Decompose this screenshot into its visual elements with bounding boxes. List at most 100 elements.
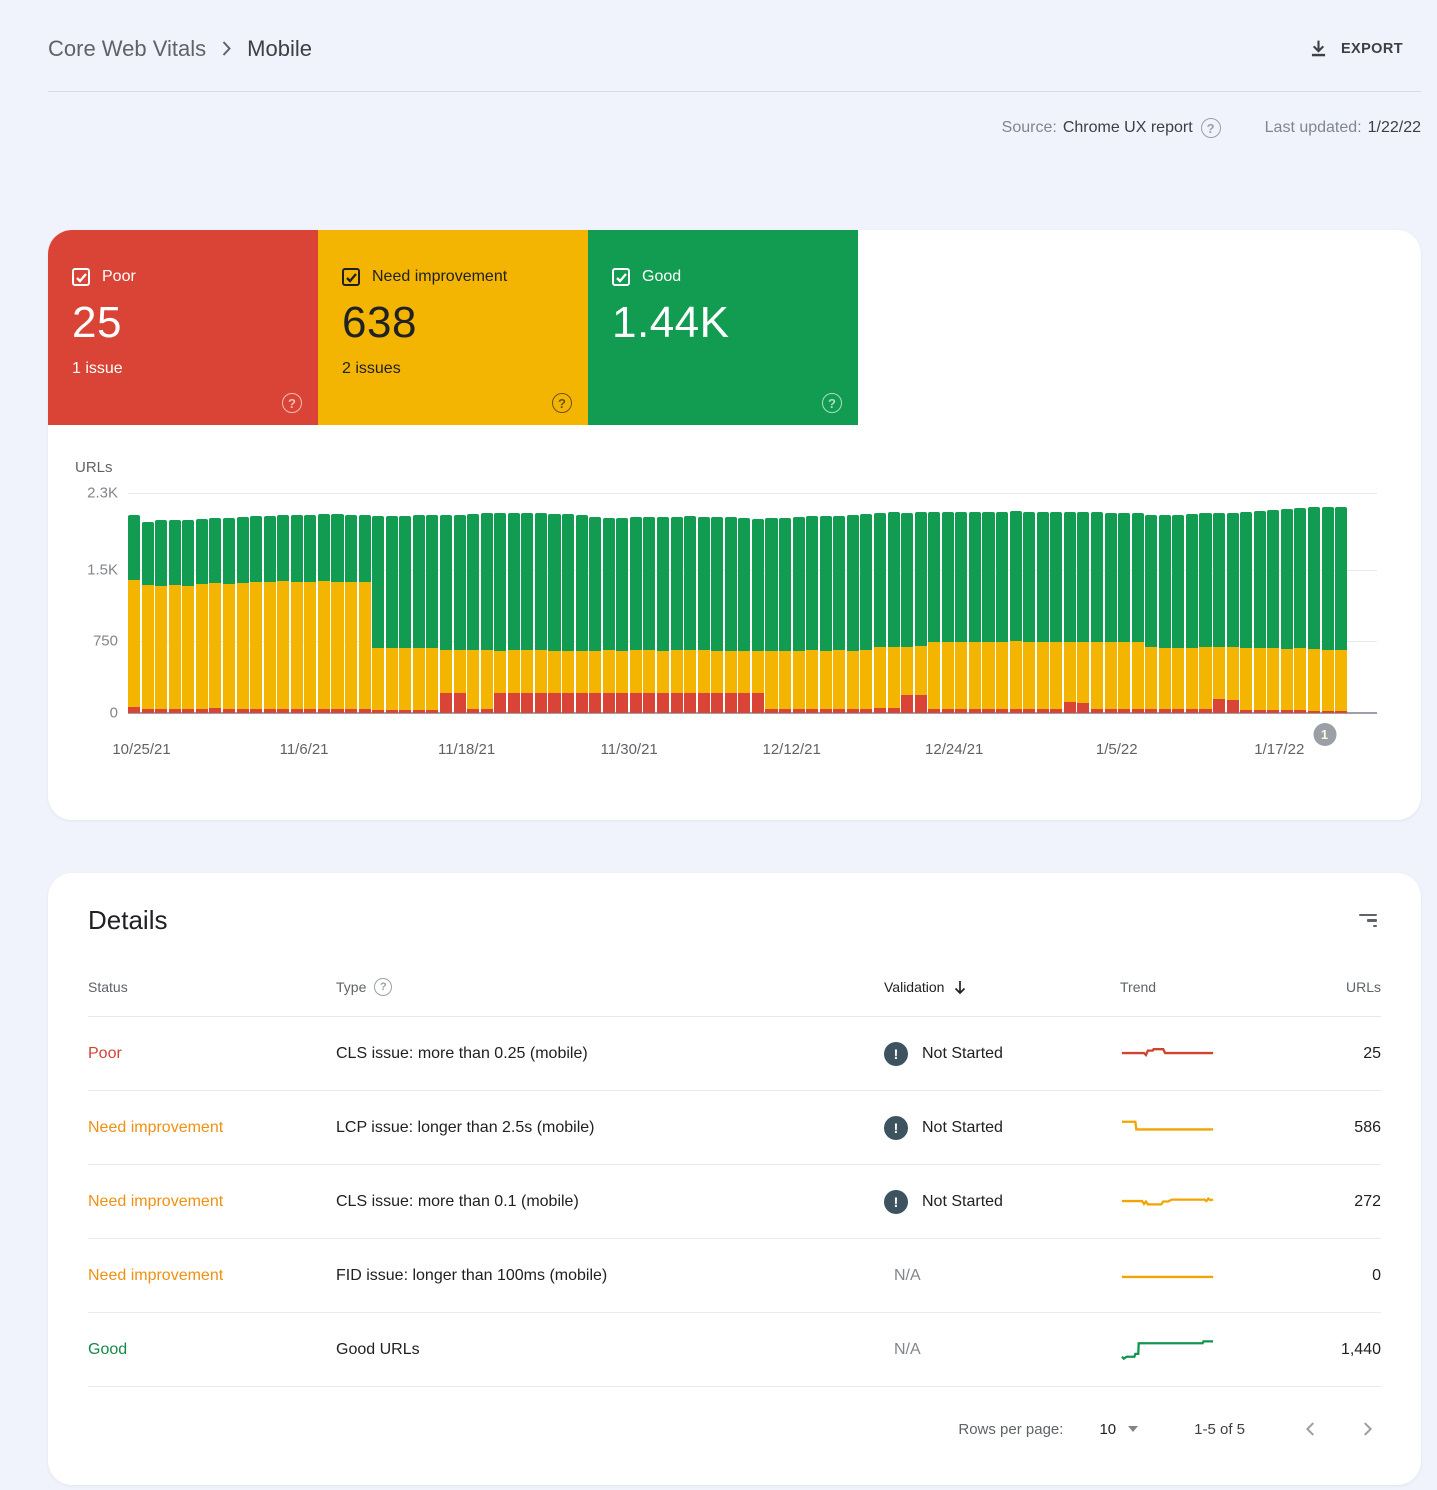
- chart-bar[interactable]: [847, 493, 859, 713]
- chart-bar[interactable]: [589, 493, 601, 713]
- filter-icon[interactable]: [1355, 910, 1381, 932]
- chart-bar[interactable]: [616, 493, 628, 713]
- chart-bar[interactable]: [155, 493, 167, 713]
- chart-bar[interactable]: [128, 493, 140, 713]
- chart-bar[interactable]: [1199, 493, 1211, 713]
- chart-bar[interactable]: [1227, 493, 1239, 713]
- chart-bar[interactable]: [820, 493, 832, 713]
- chart-bar[interactable]: [196, 493, 208, 713]
- chart-bar[interactable]: [345, 493, 357, 713]
- chart-bar[interactable]: [426, 493, 438, 713]
- chart-bar[interactable]: [1254, 493, 1266, 713]
- chart-bar[interactable]: [1186, 493, 1198, 713]
- chart-bar[interactable]: [725, 493, 737, 713]
- chart-bar[interactable]: [223, 493, 235, 713]
- chart-bar[interactable]: [779, 493, 791, 713]
- chart-bar[interactable]: [711, 493, 723, 713]
- chart-bar[interactable]: [1294, 493, 1306, 713]
- chart-bar[interactable]: [630, 493, 642, 713]
- chart-bar[interactable]: [386, 493, 398, 713]
- chart-bar[interactable]: [1145, 493, 1157, 713]
- chart-bar[interactable]: [169, 493, 181, 713]
- source-help-icon[interactable]: ?: [1201, 118, 1221, 138]
- chart-bar[interactable]: [1335, 493, 1347, 713]
- chart-bar[interactable]: [1267, 493, 1279, 713]
- chart-bar[interactable]: [372, 493, 384, 713]
- column-header-status[interactable]: Status: [88, 979, 336, 995]
- chart-bar[interactable]: [982, 493, 994, 713]
- chart-bar[interactable]: [250, 493, 262, 713]
- chart-bar[interactable]: [1281, 493, 1293, 713]
- chart-bar[interactable]: [1050, 493, 1062, 713]
- chart-bar[interactable]: [494, 493, 506, 713]
- chart-bar[interactable]: [535, 493, 547, 713]
- chart-bar[interactable]: [264, 493, 276, 713]
- chart-bar[interactable]: [1064, 493, 1076, 713]
- chart-bar[interactable]: [942, 493, 954, 713]
- help-icon[interactable]: ?: [552, 393, 572, 413]
- chart-bar[interactable]: [928, 493, 940, 713]
- chart-bar[interactable]: [359, 493, 371, 713]
- chart-bar[interactable]: [440, 493, 452, 713]
- table-row[interactable]: Need improvementFID issue: longer than 1…: [88, 1239, 1381, 1313]
- chart-bar[interactable]: [1023, 493, 1035, 713]
- chart-bar[interactable]: [698, 493, 710, 713]
- chart-bar[interactable]: [454, 493, 466, 713]
- previous-page-button[interactable]: [1297, 1415, 1325, 1443]
- chart-bar[interactable]: [237, 493, 249, 713]
- chart-bar[interactable]: [521, 493, 533, 713]
- chart-bar[interactable]: [1172, 493, 1184, 713]
- rows-per-page-select[interactable]: 10: [1099, 1421, 1138, 1438]
- breadcrumb-core-web-vitals[interactable]: Core Web Vitals: [48, 36, 206, 62]
- chart-bar[interactable]: [142, 493, 154, 713]
- chart-bar[interactable]: [969, 493, 981, 713]
- chart-bar[interactable]: [562, 493, 574, 713]
- chart-bar[interactable]: [752, 493, 764, 713]
- good-checkbox[interactable]: [612, 268, 630, 286]
- chart-bar[interactable]: [684, 493, 696, 713]
- chart-bar[interactable]: [304, 493, 316, 713]
- next-page-button[interactable]: [1353, 1415, 1381, 1443]
- chart-bar[interactable]: [291, 493, 303, 713]
- summary-card-need-improvement[interactable]: Need improvement6382 issues?: [318, 230, 588, 425]
- chart-bar[interactable]: [657, 493, 669, 713]
- chart-bar[interactable]: [738, 493, 750, 713]
- chart-bar[interactable]: [1308, 493, 1320, 713]
- poor-checkbox[interactable]: [72, 268, 90, 286]
- chart-bar[interactable]: [1077, 493, 1089, 713]
- chart-bar[interactable]: [1010, 493, 1022, 713]
- help-icon[interactable]: ?: [282, 393, 302, 413]
- summary-card-poor[interactable]: Poor251 issue?: [48, 230, 318, 425]
- help-icon[interactable]: ?: [822, 393, 842, 413]
- chart-bar[interactable]: [1105, 493, 1117, 713]
- chart-bar[interactable]: [399, 493, 411, 713]
- chart-bar[interactable]: [1132, 493, 1144, 713]
- chart-bar[interactable]: [765, 493, 777, 713]
- type-help-icon[interactable]: ?: [374, 978, 392, 996]
- chart-bar[interactable]: [1322, 493, 1334, 713]
- chart-bar[interactable]: [874, 493, 886, 713]
- chart-bar[interactable]: [331, 493, 343, 713]
- chart-bar[interactable]: [643, 493, 655, 713]
- summary-card-good[interactable]: Good1.44K?: [588, 230, 858, 425]
- table-row[interactable]: Need improvementLCP issue: longer than 2…: [88, 1091, 1381, 1165]
- chart-bar[interactable]: [833, 493, 845, 713]
- chart-bar[interactable]: [860, 493, 872, 713]
- column-header-urls[interactable]: URLs: [1310, 979, 1381, 995]
- chart-bar[interactable]: [548, 493, 560, 713]
- chart-bar[interactable]: [182, 493, 194, 713]
- need-improvement-checkbox[interactable]: [342, 268, 360, 286]
- chart-bar[interactable]: [901, 493, 913, 713]
- chart-bar[interactable]: [467, 493, 479, 713]
- chart-bar[interactable]: [508, 493, 520, 713]
- chart-bar[interactable]: [209, 493, 221, 713]
- export-button[interactable]: EXPORT: [1304, 32, 1407, 65]
- table-row[interactable]: PoorCLS issue: more than 0.25 (mobile)!N…: [88, 1017, 1381, 1091]
- chart-bar[interactable]: [955, 493, 967, 713]
- chart-bar[interactable]: [413, 493, 425, 713]
- chart-bar[interactable]: [603, 493, 615, 713]
- chart-bar[interactable]: [671, 493, 683, 713]
- chart-bar[interactable]: [1159, 493, 1171, 713]
- column-header-type[interactable]: Type ?: [336, 978, 884, 996]
- chart-bar[interactable]: [1213, 493, 1225, 713]
